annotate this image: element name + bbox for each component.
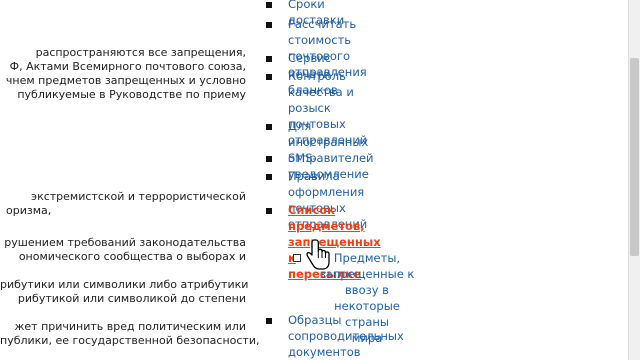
article-line: экстремистской и террористической	[31, 190, 246, 203]
vertical-scrollbar[interactable]	[628, 0, 640, 360]
page: распространяются все запрещения, Ф, Акта…	[0, 0, 628, 360]
bullet-icon	[266, 22, 272, 28]
article-line: чнем предметов запрещенных и условно	[5, 74, 246, 87]
article-line: ономического сообщества о выборах и	[18, 250, 246, 263]
article-line: публики, ее государственной безопасности…	[0, 334, 260, 347]
article-line: Ф, Актами Всемирного почтового союза,	[9, 60, 246, 73]
hollow-bullet-icon	[293, 254, 301, 262]
nav-link[interactable]: Образцы сопроводительных документов	[288, 312, 404, 360]
article-line: рибутикой или символикой до степени	[17, 292, 246, 305]
article-line: оризма,	[6, 204, 52, 217]
article-line: рибутики или символики либо атрибутики	[0, 278, 249, 291]
article-line: жет причинить вред политическим или	[14, 320, 246, 333]
hand-pointer-icon	[306, 239, 330, 270]
bullet-icon	[266, 318, 272, 324]
bullet-icon	[266, 2, 272, 8]
bullet-icon	[266, 124, 272, 130]
bullet-icon	[266, 156, 272, 162]
article-line: распространяются все запрещения,	[35, 46, 246, 59]
article-line: рушением требований законодательства	[4, 236, 246, 249]
scrollbar-thumb[interactable]	[630, 58, 639, 256]
bullet-icon	[266, 174, 272, 180]
bullet-icon	[266, 74, 272, 80]
bullet-icon	[266, 56, 272, 62]
bullet-icon	[266, 208, 272, 214]
article-line: публикуемые в Руководстве по приему	[17, 88, 246, 101]
